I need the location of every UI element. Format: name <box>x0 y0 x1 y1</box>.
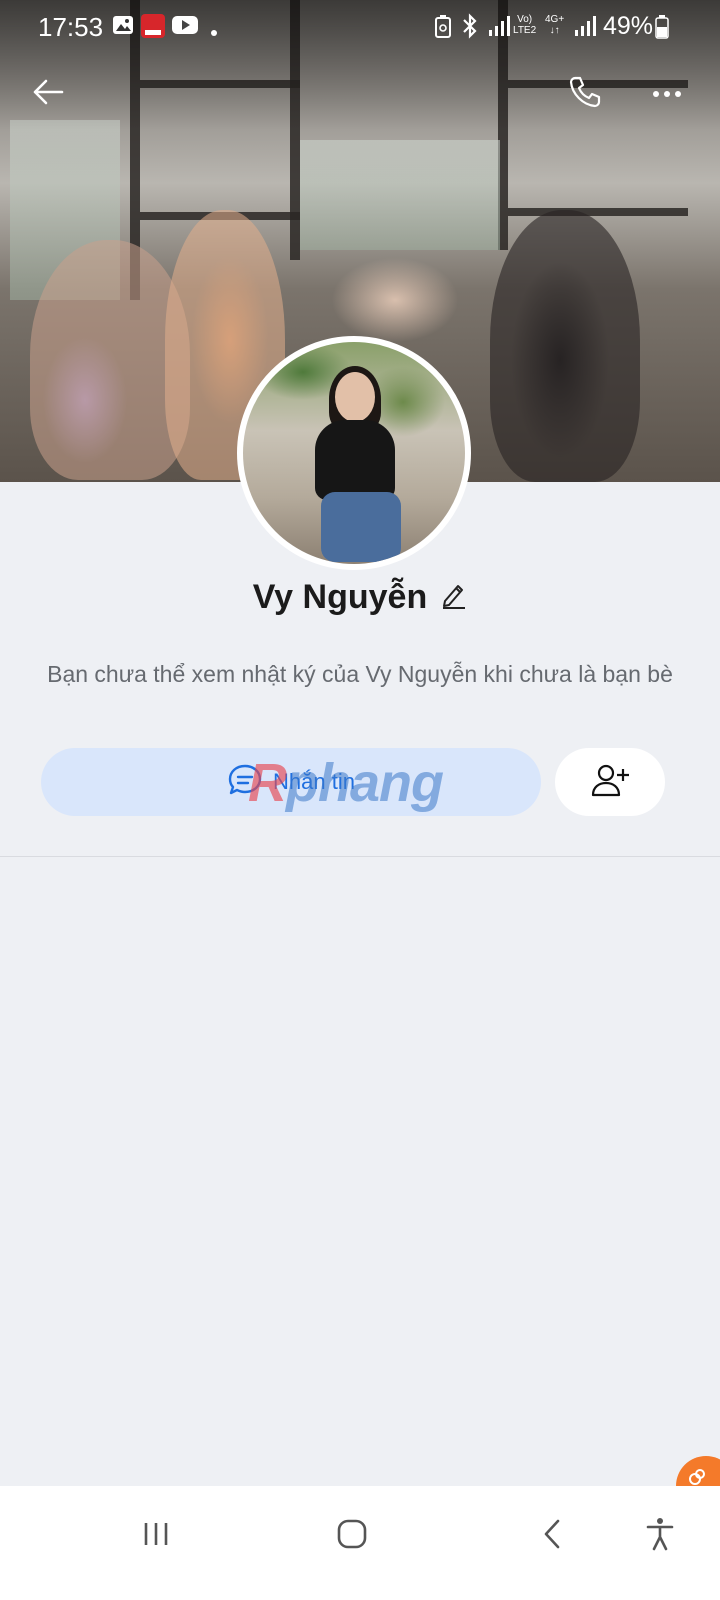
more-horizontal-icon <box>652 85 682 103</box>
profile-name-row: Vy Nguyễn <box>0 574 720 620</box>
signal-1-icon <box>488 15 510 42</box>
add-friend-button[interactable] <box>555 748 665 816</box>
app-notification-icon <box>140 13 166 44</box>
status-time: 17:53 <box>38 12 104 42</box>
phone-icon <box>568 75 602 114</box>
status-bar: 17:53 Vo) LTE2 4G+ ↓↑ 49% <box>0 0 720 52</box>
accessibility-button[interactable] <box>630 1506 690 1566</box>
privacy-notice: Bạn chưa thể xem nhật ký của Vy Nguyễn k… <box>47 661 673 687</box>
back-button[interactable] <box>22 70 74 118</box>
data-saver-icon <box>433 14 453 43</box>
signal-2-icon <box>574 15 596 42</box>
battery-icon <box>655 15 669 44</box>
nav-back-button[interactable] <box>522 1506 582 1566</box>
arrow-left-icon <box>32 78 64 111</box>
gallery-notification-icon <box>112 14 134 41</box>
home-button[interactable] <box>322 1506 382 1566</box>
nav-back-icon <box>542 1518 562 1555</box>
youtube-notification-icon <box>172 15 198 40</box>
section-divider <box>0 856 720 857</box>
recents-icon <box>142 1520 170 1553</box>
network-type-indicator: 4G+ ↓↑ <box>545 14 565 36</box>
profile-avatar[interactable] <box>237 336 471 570</box>
watermark-logo: Rphang <box>248 753 444 813</box>
home-icon <box>337 1519 367 1554</box>
accessibility-icon <box>645 1517 675 1556</box>
more-notifications-dot-icon <box>211 23 217 41</box>
recents-button[interactable] <box>126 1506 186 1566</box>
user-plus-icon <box>590 762 630 803</box>
more-options-button[interactable] <box>642 70 692 118</box>
volte-indicator: Vo) LTE2 <box>513 14 537 36</box>
battery-percent: 49% <box>603 12 654 40</box>
profile-name: Vy Nguyễn <box>252 577 428 616</box>
call-button[interactable] <box>560 70 610 118</box>
system-nav-bar <box>0 1486 720 1600</box>
bluetooth-icon <box>460 13 480 44</box>
pencil-icon[interactable] <box>441 581 467 614</box>
